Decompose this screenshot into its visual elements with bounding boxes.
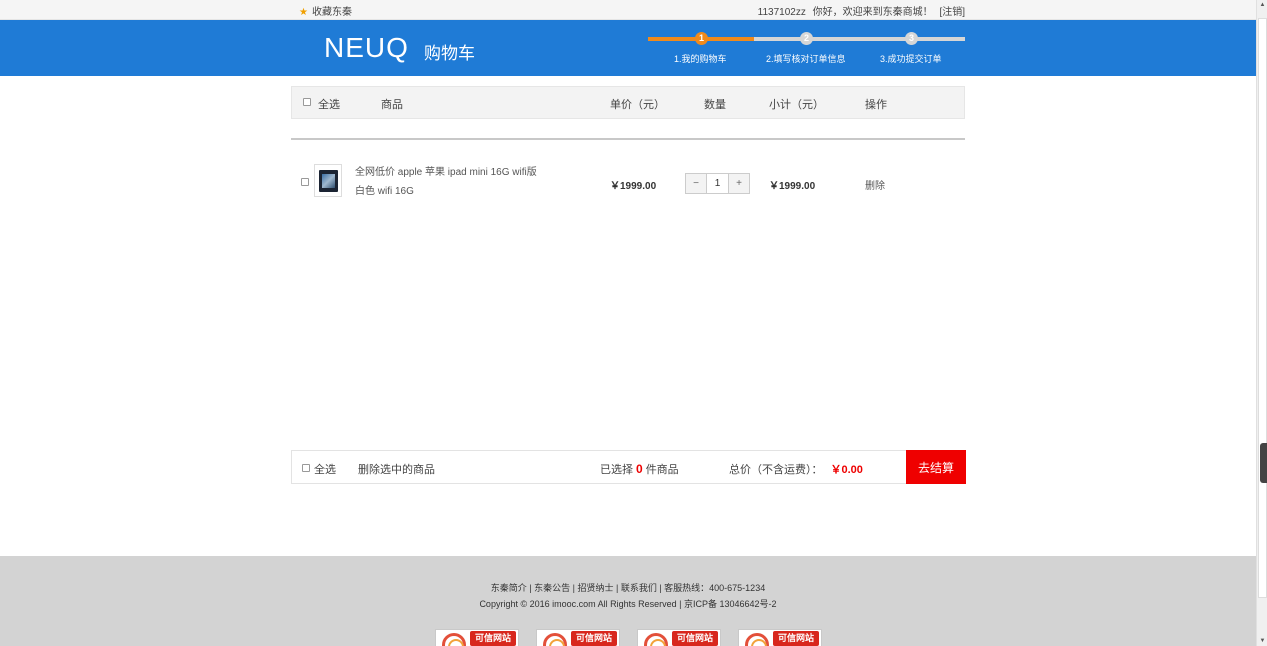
trust-badge[interactable]: 可信网站: [738, 629, 822, 646]
trust-badge[interactable]: 可信网站: [435, 629, 519, 646]
selected-count-text: 已选择 0 件商品: [600, 461, 679, 477]
select-all-checkbox-bottom[interactable]: [302, 464, 310, 472]
quantity-stepper: − 1 +: [685, 173, 750, 194]
total-label: 总价（不含运费）：: [729, 464, 823, 476]
product-name[interactable]: 全网低价 apple 苹果 ipad mini 16G wifi版: [355, 163, 537, 178]
footer-links[interactable]: 东秦简介 | 东秦公告 | 招贤纳士 | 联系我们 | 客服热线：400-675…: [0, 581, 1256, 594]
selected-suffix: 件商品: [645, 464, 679, 476]
total-amount: ￥0.00: [830, 464, 863, 476]
user-area: 1137102zz 你好，欢迎来到东秦商城！ [注销]: [754, 3, 965, 18]
scroll-down-arrow-icon[interactable]: ▼: [1257, 638, 1267, 644]
header-select-all[interactable]: 全选: [318, 96, 340, 112]
step-1-label: 1.我的购物车: [674, 54, 727, 64]
delete-selected-link[interactable]: 删除选中的商品: [358, 461, 435, 477]
scroll-up-arrow-icon[interactable]: ▲: [1257, 2, 1267, 8]
scrollbar-thumb[interactable]: [1258, 18, 1267, 598]
checkout-button[interactable]: 去结算: [906, 450, 966, 484]
header-operation: 操作: [865, 99, 887, 111]
quantity-input[interactable]: 1: [706, 174, 729, 193]
step-3-dot: 3: [905, 32, 918, 45]
table-divider: [291, 138, 965, 140]
copyright-text: Copyright © 2016 imooc.com All Rights Re…: [479, 599, 777, 609]
header-subtotal: 小计（元）: [769, 99, 824, 111]
favorite-link[interactable]: ★ 收藏东秦: [299, 3, 352, 18]
seal-icon: [745, 633, 769, 646]
ipad-image: [319, 170, 338, 192]
badge-label: 可信网站: [470, 631, 516, 646]
site-footer: 东秦简介 | 东秦公告 | 招贤纳士 | 联系我们 | 客服热线：400-675…: [0, 556, 1256, 646]
site-logo[interactable]: NEUQ: [324, 32, 409, 64]
increase-qty-button[interactable]: +: [729, 174, 749, 193]
selected-prefix: 已选择: [600, 464, 633, 476]
step-3-label: 3.成功提交订单: [880, 54, 942, 64]
product-spec: 白色 wifi 16G: [355, 186, 414, 197]
seal-icon: [442, 633, 466, 646]
item-checkbox[interactable]: [301, 178, 309, 186]
summary-select-all[interactable]: 全选: [314, 461, 336, 477]
welcome-text: 你好，欢迎来到东秦商城！: [812, 6, 933, 18]
delete-item-link[interactable]: 删除: [865, 177, 885, 192]
logout-link[interactable]: [注销]: [939, 7, 965, 18]
favorite-label: 收藏东秦: [311, 6, 352, 18]
cart-summary-bar: 全选 删除选中的商品 已选择 0 件商品 总价（不含运费）： ￥0.00 去结算: [291, 450, 966, 484]
page-title: 购物车: [424, 44, 475, 63]
decrease-qty-button[interactable]: −: [686, 174, 706, 193]
item-subtotal: ￥1999.00: [769, 181, 816, 192]
step-1-dot: 1: [695, 32, 708, 45]
step-2-label: 2.填写核对订单信息: [766, 54, 846, 64]
header-qty: 数量: [704, 99, 726, 111]
step-2-dot: 2: [800, 32, 813, 45]
seal-icon: [644, 633, 668, 646]
side-feedback-tab[interactable]: [1260, 443, 1267, 483]
badge-label: 可信网站: [672, 631, 718, 646]
seal-icon: [543, 633, 567, 646]
badge-label: 可信网站: [571, 631, 617, 646]
checkout-progress: 1 2 3 1.我的购物车 2.填写核对订单信息 3.成功提交订单: [648, 32, 965, 72]
username: 1137102zz: [757, 6, 806, 18]
unit-price: ￥1999.00: [610, 181, 657, 192]
product-thumbnail[interactable]: [314, 164, 342, 197]
progress-line-inactive: [754, 37, 965, 41]
header-goods: 商品: [381, 99, 403, 111]
vertical-scrollbar[interactable]: ▲ ▼: [1256, 0, 1267, 646]
site-header: NEUQ 购物车 1 2 3 1.我的购物车 2.填写核对订单信息 3.成功提交…: [0, 20, 1256, 76]
trust-badge[interactable]: 可信网站: [637, 629, 721, 646]
selected-count: 0: [636, 462, 643, 476]
total-price-text: 总价（不含运费）： ￥0.00: [729, 461, 863, 477]
cart-table-header: 全选 商品 单价（元） 数量 小计（元） 操作: [291, 86, 965, 119]
trust-badge[interactable]: 可信网站: [536, 629, 620, 646]
trust-badges: 可信网站 可信网站 可信网站 可信网站: [435, 629, 835, 646]
cart-item-row: 全网低价 apple 苹果 ipad mini 16G wifi版 白色 wif…: [291, 155, 965, 211]
select-all-checkbox-top[interactable]: [303, 98, 311, 106]
star-icon: ★: [299, 6, 308, 18]
header-price: 单价（元）: [610, 99, 665, 111]
top-bar: ★ 收藏东秦 1137102zz 你好，欢迎来到东秦商城！ [注销]: [0, 0, 1256, 20]
badge-label: 可信网站: [773, 631, 819, 646]
